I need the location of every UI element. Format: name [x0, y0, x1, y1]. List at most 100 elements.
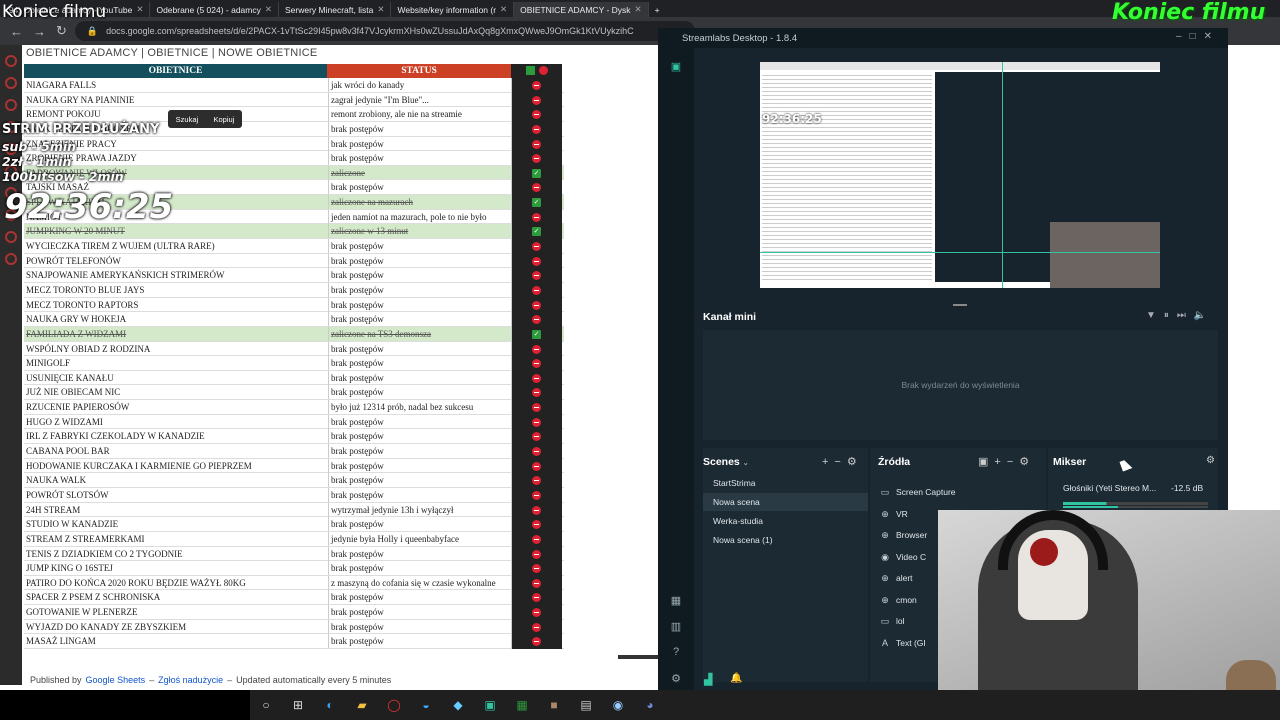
status-icon-cell — [511, 370, 562, 386]
status-cell: brak postępów — [328, 634, 512, 649]
tab-gmail[interactable]: Odebrane (5 024) - adamcy ✕ — [150, 2, 279, 17]
google-sheets-link[interactable]: Google Sheets — [86, 675, 146, 685]
new-tab-button[interactable]: + — [649, 2, 666, 17]
volume-slider[interactable] — [1063, 506, 1208, 508]
source-controls[interactable]: ▣+−⚙ — [978, 455, 1035, 468]
minus-icon — [532, 139, 541, 149]
stream-preview[interactable]: 92:36:25 — [760, 62, 1160, 288]
close-icon[interactable]: ✕ — [377, 4, 384, 15]
minus-icon — [532, 403, 541, 413]
source-item[interactable]: ▭ Screen Capture — [878, 483, 956, 501]
grid-icon[interactable]: ▦ — [669, 594, 683, 608]
source-label: Screen Capture — [896, 487, 956, 497]
minus-icon — [532, 359, 541, 369]
scene-controls[interactable]: +−⚙ — [822, 455, 863, 468]
source-item[interactable]: ⊕ cmon — [878, 591, 917, 609]
minus-icon — [532, 637, 541, 647]
extension-icon[interactable] — [5, 77, 17, 89]
task-view-icon[interactable]: ⊞ — [290, 697, 306, 713]
source-item[interactable]: ▭ lol — [878, 612, 905, 630]
bell-icon[interactable]: 🔔 — [730, 673, 742, 684]
gear-icon[interactable]: ⚙ — [669, 672, 683, 686]
status-cell: brak postępów — [328, 121, 512, 136]
extension-icon[interactable] — [5, 253, 17, 265]
help-icon[interactable]: ? — [669, 646, 683, 660]
minus-icon — [532, 490, 541, 500]
close-icon[interactable]: ✕ — [265, 4, 272, 15]
status-cell: brak postępów — [328, 297, 512, 312]
editor-icon[interactable]: ▣ — [669, 60, 683, 74]
table-row: GOTOWANIE W PLENERZE brak postępów — [24, 605, 564, 620]
steam-icon[interactable]: ◉ — [610, 697, 626, 713]
table-row: NAUKA GRY W HOKEJA brak postępów — [24, 312, 564, 327]
back-icon[interactable]: ← — [10, 24, 23, 39]
promise-cell: JUŻ NIE OBIECAM NIC — [26, 387, 121, 398]
search-icon[interactable]: ○ — [258, 697, 274, 713]
minus-icon — [532, 124, 541, 134]
check-icon: ✓ — [532, 168, 541, 178]
app-icon[interactable]: ◆ — [450, 697, 466, 713]
minus-icon — [532, 593, 541, 603]
discord-icon[interactable]: ◕ — [642, 697, 658, 713]
status-icon-cell — [511, 561, 562, 576]
minus-icon — [532, 476, 541, 486]
table-row: REMONT POKOJU remont zrobiony, ale nie na… — [24, 107, 564, 122]
minus-icon — [532, 95, 541, 105]
close-icon[interactable]: ✕ — [500, 4, 507, 15]
streamlabs-sidebar: ▣ ▦ ▥ ? ⚙ — [658, 48, 694, 692]
extension-icon[interactable] — [5, 99, 17, 111]
extension-icon[interactable] — [5, 55, 17, 67]
url-field[interactable]: 🔒 docs.google.com/spreadsheets/d/e/2PACX-… — [74, 21, 695, 41]
status-icon-cell — [511, 517, 562, 532]
scene-item[interactable]: StartStrima — [703, 474, 868, 492]
sheets-icon[interactable]: ▦ — [514, 697, 530, 713]
search-action[interactable]: Szukaj — [176, 115, 199, 124]
source-item[interactable]: ◉ Video C — [878, 548, 926, 566]
report-abuse-link[interactable]: Zgłoś nadużycie — [158, 675, 223, 685]
minecraft-icon[interactable]: ■ — [546, 697, 562, 713]
bars-icon[interactable]: ▥ — [669, 620, 683, 634]
sources-title: Źródła — [878, 456, 911, 468]
status-cell: brak postępów — [328, 268, 512, 283]
edge-icon[interactable]: ◐ — [322, 697, 338, 713]
source-item[interactable]: ⊕ Browser — [878, 526, 927, 544]
minus-icon — [532, 578, 541, 588]
overlay-koniec-right: Koniec filmu — [1112, 0, 1266, 25]
close-icon[interactable]: ✕ — [635, 4, 642, 15]
promise-cell: MASAŻ LINGAM — [26, 636, 96, 647]
app-icon[interactable]: ◒ — [418, 697, 434, 713]
close-icon[interactable]: ✕ — [136, 4, 143, 15]
window-controls[interactable]: –□✕ — [1176, 31, 1220, 42]
opera-icon[interactable]: ◯ — [386, 697, 402, 713]
app-icon[interactable]: ▤ — [578, 697, 594, 713]
scrollbar[interactable] — [618, 655, 658, 659]
extension-icon[interactable] — [5, 231, 17, 243]
source-item[interactable]: ⊕ VR — [878, 505, 908, 523]
table-row: PATIRO DO KOŃCA 2020 ROKU BĘDZIE WAŻYŁ 8… — [24, 575, 564, 591]
stats-icon[interactable]: ▟ — [704, 673, 712, 686]
source-item[interactable]: A Text (GI — [878, 634, 926, 652]
scene-item[interactable]: Nowa scena (1) — [703, 531, 868, 549]
tab-minecraft[interactable]: Serwery Minecraft, lista ✕ — [279, 2, 392, 17]
streamlabs-taskbar-icon[interactable]: ▣ — [482, 697, 498, 713]
status-cell: jedynie była Holly i queenbabyface — [328, 531, 512, 546]
url-text: docs.google.com/spreadsheets/d/e/2PACX-1… — [106, 26, 634, 36]
feed-controls[interactable]: ▼⏸⏭🔈 — [1146, 310, 1214, 321]
reload-icon[interactable]: ↻ — [56, 23, 67, 39]
copy-action[interactable]: Kopiuj — [213, 115, 234, 124]
promise-cell: WSPÓLNY OBIAD Z RODZINA — [26, 343, 151, 354]
tab-website[interactable]: Website/key information (r ✕ — [391, 2, 515, 17]
status-icon-cell: ✓ — [511, 224, 562, 240]
folder-icon[interactable]: ▰ — [354, 697, 370, 713]
status-icon-cell — [511, 444, 562, 459]
scenes-title[interactable]: Scenes ⌄ — [703, 456, 749, 468]
promise-cell: HUGO Z WIDZAMI — [26, 416, 103, 427]
resize-handle[interactable] — [953, 304, 967, 306]
scene-item[interactable]: Werka-studia — [703, 512, 868, 530]
source-item[interactable]: ⊕ alert — [878, 569, 912, 587]
status-icon-cell — [511, 312, 562, 327]
tab-obietnice[interactable]: OBIETNICE ADAMCY - Dysk ✕ — [514, 2, 649, 17]
scene-item-selected[interactable]: Nowa scena — [703, 493, 868, 511]
forward-icon[interactable]: → — [33, 24, 46, 39]
mixer-settings-icon[interactable]: ⚙ — [1206, 455, 1215, 466]
